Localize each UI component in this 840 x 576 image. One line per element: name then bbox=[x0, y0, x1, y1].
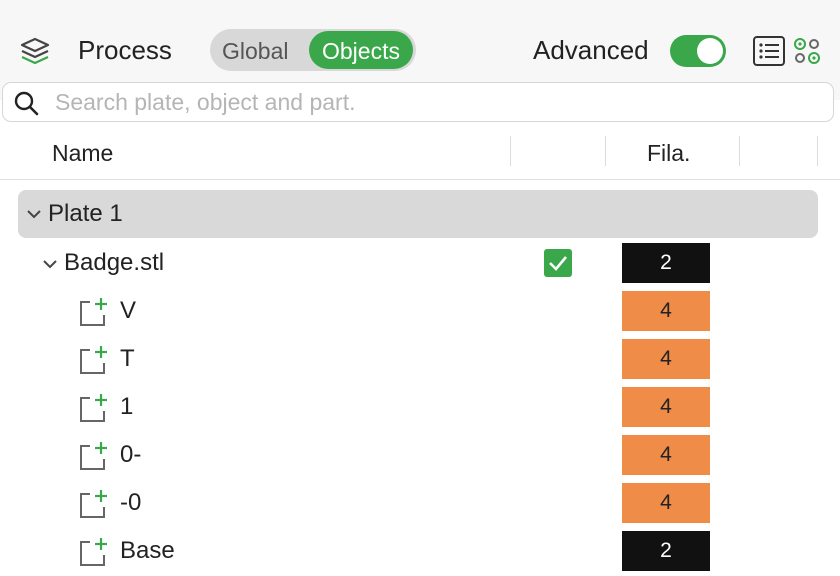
add-part-icon bbox=[80, 538, 107, 566]
add-part-icon bbox=[80, 298, 107, 326]
object-checkbox[interactable] bbox=[544, 249, 572, 277]
column-divider[interactable] bbox=[510, 136, 511, 166]
filament-badge[interactable]: 4 bbox=[622, 387, 710, 427]
advanced-label: Advanced bbox=[533, 35, 649, 65]
part-row[interactable]: V 4 bbox=[0, 287, 840, 335]
part-row[interactable]: T 4 bbox=[0, 335, 840, 383]
column-divider[interactable] bbox=[817, 136, 818, 166]
chevron-down-icon[interactable] bbox=[26, 206, 42, 222]
filament-badge[interactable]: 2 bbox=[622, 531, 710, 571]
plate-label: Plate 1 bbox=[48, 200, 123, 227]
filament-badge[interactable]: 4 bbox=[622, 339, 710, 379]
part-label: V bbox=[120, 297, 137, 324]
part-label: Base bbox=[120, 537, 175, 564]
search-box[interactable] bbox=[2, 82, 834, 122]
layers-icon bbox=[20, 37, 50, 65]
chevron-down-icon[interactable] bbox=[42, 256, 58, 272]
filament-badge[interactable]: 4 bbox=[622, 291, 710, 331]
tab-objects[interactable]: Objects bbox=[309, 31, 413, 69]
column-header: Name Fila. bbox=[0, 126, 840, 180]
search-icon bbox=[14, 91, 39, 116]
part-row[interactable]: Base 2 bbox=[0, 527, 840, 575]
checkmark-icon bbox=[549, 256, 567, 271]
plate-row[interactable]: Plate 1 bbox=[18, 190, 818, 238]
settings-tools-icon[interactable] bbox=[792, 36, 822, 66]
add-part-icon bbox=[80, 442, 107, 470]
part-label: 1 bbox=[120, 393, 134, 420]
add-part-icon bbox=[80, 394, 107, 422]
part-label: T bbox=[120, 345, 135, 372]
part-label: -0 bbox=[120, 489, 142, 516]
add-part-icon bbox=[80, 490, 107, 518]
panel-title: Process bbox=[78, 35, 172, 65]
part-label: 0- bbox=[120, 441, 142, 468]
column-divider[interactable] bbox=[605, 136, 606, 166]
filament-badge[interactable]: 4 bbox=[622, 483, 710, 523]
part-row[interactable]: 1 4 bbox=[0, 383, 840, 431]
list-view-icon[interactable] bbox=[752, 34, 786, 68]
add-part-icon bbox=[80, 346, 107, 374]
filament-badge[interactable]: 2 bbox=[622, 243, 710, 283]
advanced-toggle[interactable] bbox=[670, 35, 726, 67]
part-row[interactable]: -0 4 bbox=[0, 479, 840, 527]
column-divider[interactable] bbox=[739, 136, 740, 166]
object-row[interactable]: Badge.stl 2 bbox=[0, 239, 840, 287]
column-filament[interactable]: Fila. bbox=[647, 140, 690, 167]
part-row[interactable]: 0- 4 bbox=[0, 431, 840, 479]
filament-badge[interactable]: 4 bbox=[622, 435, 710, 475]
scope-segmented-control[interactable]: Global Objects bbox=[210, 29, 416, 71]
column-name[interactable]: Name bbox=[52, 140, 113, 167]
tab-global[interactable]: Global bbox=[222, 29, 288, 71]
search-input[interactable] bbox=[55, 86, 815, 118]
toggle-knob bbox=[697, 38, 723, 64]
object-label: Badge.stl bbox=[64, 249, 165, 276]
